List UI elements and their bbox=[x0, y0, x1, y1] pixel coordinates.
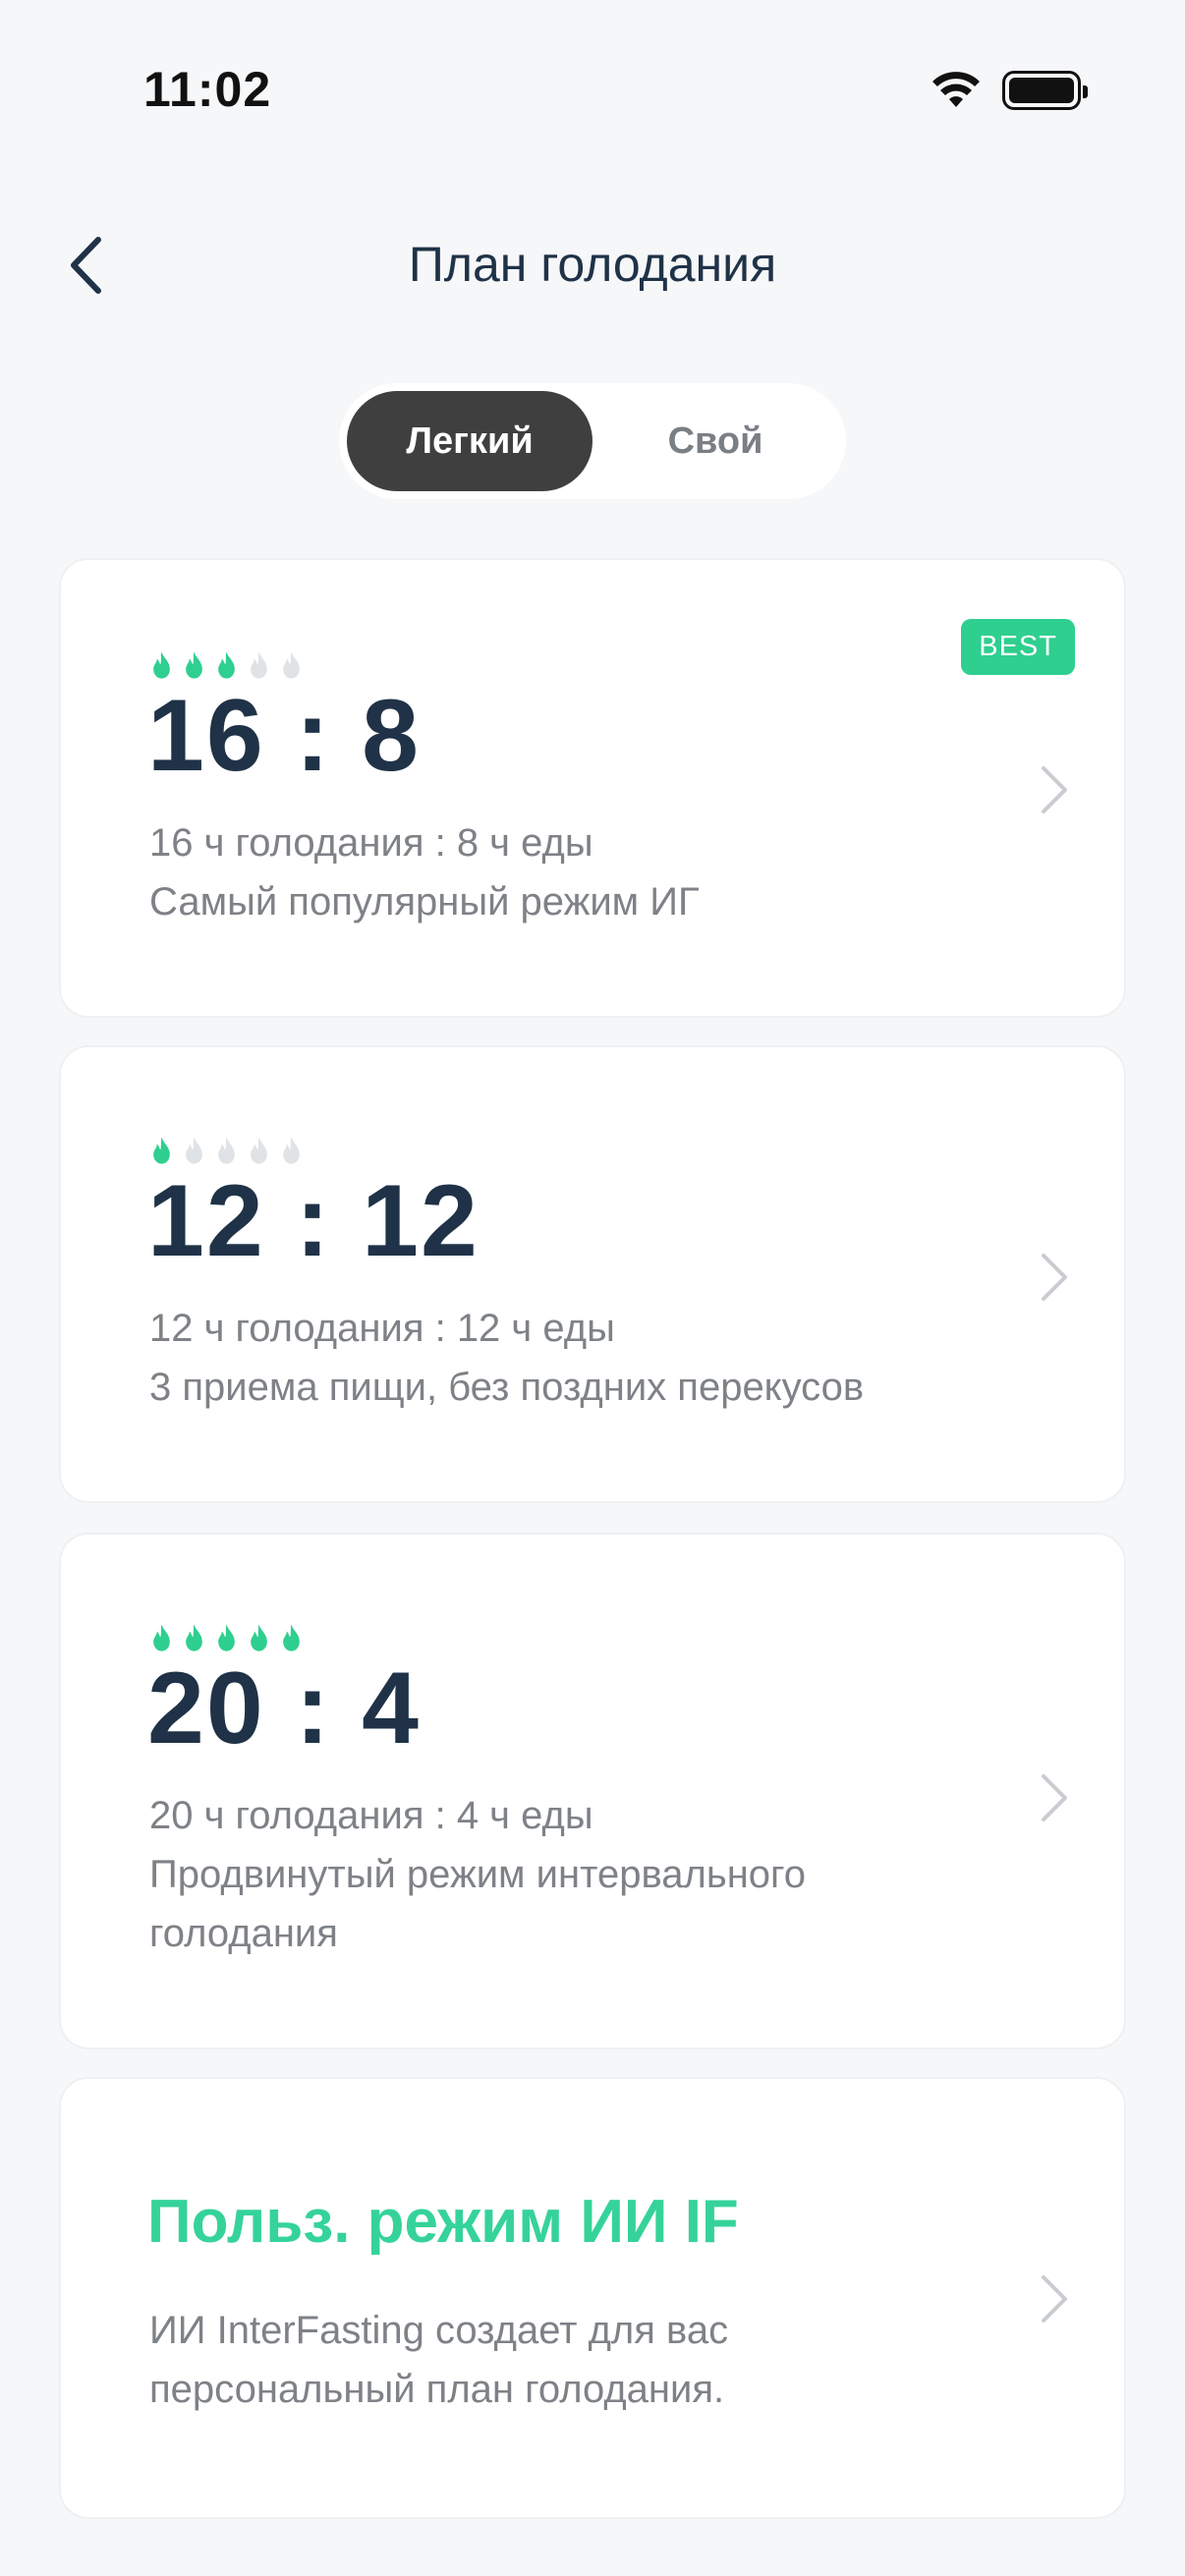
plan-hours-text: 16 ч голодания : 8 ч еды bbox=[149, 821, 593, 865]
flame-inactive-icon bbox=[251, 1137, 267, 1164]
flame-active-icon bbox=[186, 1624, 202, 1652]
chevron-right-icon bbox=[1042, 1774, 1067, 1821]
chevron-right-icon bbox=[1042, 766, 1067, 813]
plan-subtitle-text: Самый популярный режим ИГ bbox=[149, 880, 700, 924]
plan-ratio: 16 : 8 bbox=[147, 679, 421, 793]
flame-active-icon bbox=[283, 1624, 300, 1652]
flame-active-icon bbox=[153, 1137, 170, 1164]
plan-subtitle-text: 3 приема пищи, без поздних перекусов bbox=[149, 1366, 865, 1409]
flame-inactive-icon bbox=[251, 651, 267, 679]
plan-subtitle-text: Продвинутый режим интервального голодани… bbox=[149, 1853, 806, 1955]
intensity-flames bbox=[147, 1623, 306, 1653]
plan-description: 12 ч голодания : 12 ч еды 3 приема пищи,… bbox=[149, 1299, 977, 1417]
best-badge: BEST bbox=[961, 619, 1075, 675]
flame-active-icon bbox=[251, 1624, 267, 1652]
custom-plan-description: ИИ InterFasting создает для вас персонал… bbox=[149, 2309, 729, 2411]
battery-icon bbox=[1002, 71, 1088, 110]
flame-active-icon bbox=[186, 651, 202, 679]
flame-inactive-icon bbox=[283, 651, 300, 679]
plan-card-16-8[interactable]: BEST 16 : 8 16 ч голодания : 8 ч еды Сам… bbox=[59, 558, 1126, 1018]
intensity-flames bbox=[147, 1136, 306, 1166]
chevron-right-icon bbox=[1042, 2275, 1067, 2323]
plan-card-20-4[interactable]: 20 : 4 20 ч голодания : 4 ч еды Продвину… bbox=[59, 1533, 1126, 2049]
flame-inactive-icon bbox=[186, 1137, 202, 1164]
flame-active-icon bbox=[218, 1624, 235, 1652]
segment-custom[interactable]: Свой bbox=[592, 391, 838, 491]
plan-hours-text: 20 ч голодания : 4 ч еды bbox=[149, 1794, 593, 1837]
page-title: План голодания bbox=[408, 237, 777, 292]
flame-active-icon bbox=[153, 1624, 170, 1652]
plan-ratio: 20 : 4 bbox=[147, 1652, 421, 1765]
status-time: 11:02 bbox=[143, 62, 272, 117]
status-icons bbox=[931, 71, 1088, 110]
wifi-icon bbox=[932, 72, 980, 107]
custom-ai-plan-card[interactable]: Польз. режим ИИ IF ИИ InterFasting созда… bbox=[59, 2077, 1126, 2519]
flame-inactive-icon bbox=[283, 1137, 300, 1164]
plan-description: 20 ч голодания : 4 ч еды Продвинутый реж… bbox=[149, 1786, 977, 1963]
intensity-flames bbox=[147, 650, 306, 681]
chevron-right-icon bbox=[1042, 1254, 1067, 1301]
plan-ratio: 12 : 12 bbox=[147, 1164, 480, 1278]
plan-hours-text: 12 ч голодания : 12 ч еды bbox=[149, 1307, 615, 1350]
flame-active-icon bbox=[153, 651, 170, 679]
plan-card-12-12[interactable]: 12 : 12 12 ч голодания : 12 ч еды 3 прие… bbox=[59, 1045, 1126, 1503]
plan-description: 16 ч голодания : 8 ч еды Самый популярны… bbox=[149, 813, 977, 931]
screen: 11:02 План голодания Легкий Свой BEST 16… bbox=[0, 0, 1185, 2576]
flame-active-icon bbox=[218, 651, 235, 679]
flame-inactive-icon bbox=[218, 1137, 235, 1164]
custom-plan-title: Польз. режим ИИ IF bbox=[147, 2188, 739, 2256]
plan-type-segmented-control: Легкий Свой bbox=[339, 383, 846, 499]
segment-easy[interactable]: Легкий bbox=[347, 391, 592, 491]
